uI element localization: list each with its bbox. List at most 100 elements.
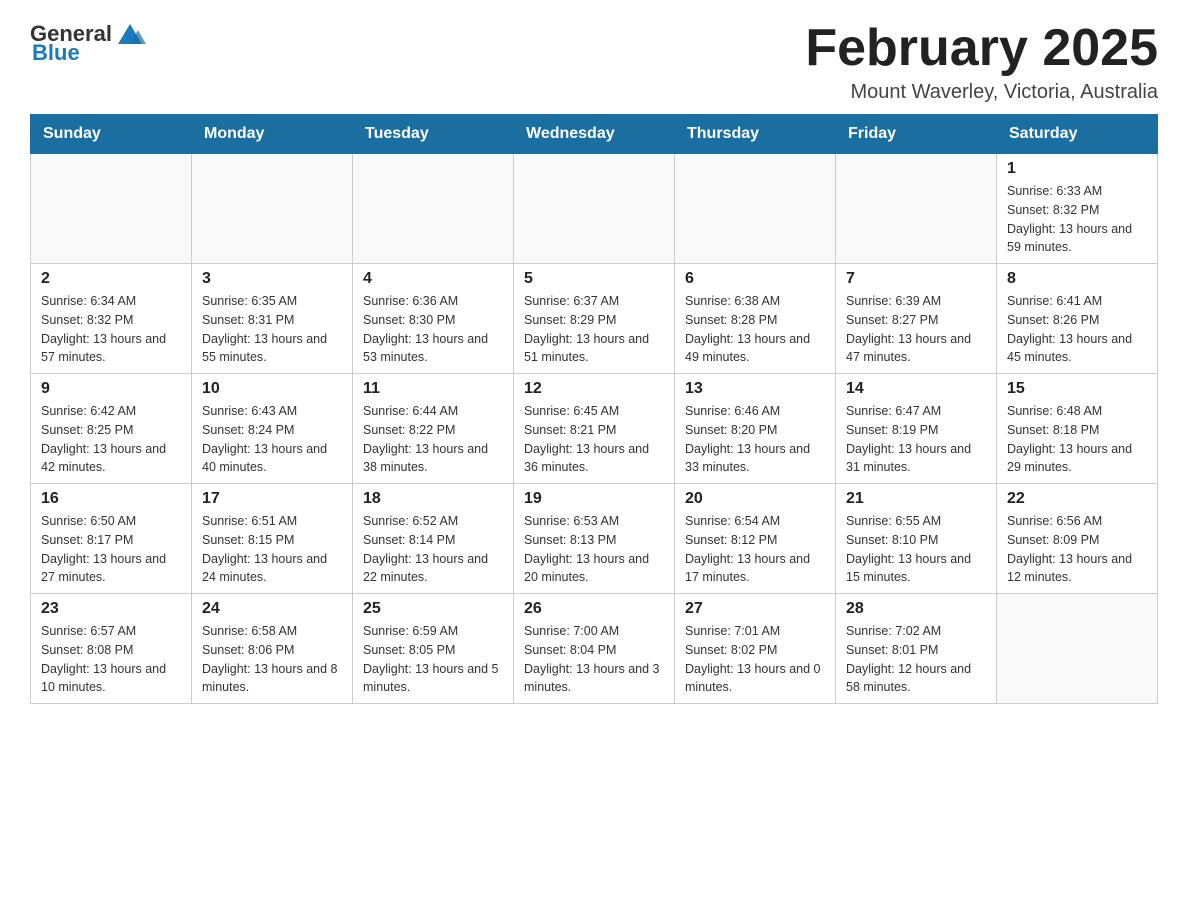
day-number: 13 [685,380,825,398]
calendar-cell-w1-d4 [514,154,675,264]
calendar-cell-w1-d7: 1Sunrise: 6:33 AM Sunset: 8:32 PM Daylig… [997,154,1158,264]
header-saturday: Saturday [997,115,1158,154]
day-info: Sunrise: 6:41 AM Sunset: 8:26 PM Dayligh… [1007,292,1147,367]
day-number: 6 [685,270,825,288]
logo-icon [114,16,146,48]
calendar-table: SundayMondayTuesdayWednesdayThursdayFrid… [30,114,1158,704]
day-number: 2 [41,270,181,288]
header-monday: Monday [192,115,353,154]
day-info: Sunrise: 6:59 AM Sunset: 8:05 PM Dayligh… [363,622,503,697]
day-info: Sunrise: 6:50 AM Sunset: 8:17 PM Dayligh… [41,512,181,587]
day-number: 10 [202,380,342,398]
calendar-cell-w2-d2: 3 Sunrise: 6:35 AM Sunset: 8:31 PM Daylig… [192,264,353,374]
day-info: Sunrise: 6:39 AM Sunset: 8:27 PM Dayligh… [846,292,986,367]
calendar-cell-w2-d3: 4Sunrise: 6:36 AM Sunset: 8:30 PM Daylig… [353,264,514,374]
calendar-cell-w5-d6: 28Sunrise: 7:02 AM Sunset: 8:01 PM Dayli… [836,594,997,704]
day-info: Sunrise: 6:34 AM Sunset: 8:32 PM Dayligh… [41,292,181,367]
calendar-cell-w2-d6: 7 Sunrise: 6:39 AM Sunset: 8:27 PM Daylig… [836,264,997,374]
week-row-2: 2 Sunrise: 6:34 AM Sunset: 8:32 PM Daylig… [31,264,1158,374]
day-info: Sunrise: 6:53 AM Sunset: 8:13 PM Dayligh… [524,512,664,587]
day-number: 19 [524,490,664,508]
header-friday: Friday [836,115,997,154]
header-tuesday: Tuesday [353,115,514,154]
day-number: 16 [41,490,181,508]
calendar-cell-w5-d7 [997,594,1158,704]
day-info: Sunrise: 6:38 AM Sunset: 8:28 PM Dayligh… [685,292,825,367]
day-info: Sunrise: 6:51 AM Sunset: 8:15 PM Dayligh… [202,512,342,587]
calendar-cell-w4-d3: 18 Sunrise: 6:52 AM Sunset: 8:14 PM Dayli… [353,484,514,594]
calendar-cell-w5-d5: 27 Sunrise: 7:01 AM Sunset: 8:02 PM Dayli… [675,594,836,704]
calendar-cell-w4-d6: 21Sunrise: 6:55 AM Sunset: 8:10 PM Dayli… [836,484,997,594]
day-number: 20 [685,490,825,508]
day-number: 17 [202,490,342,508]
day-info: Sunrise: 6:48 AM Sunset: 8:18 PM Dayligh… [1007,402,1147,477]
calendar-cell-w2-d4: 5Sunrise: 6:37 AM Sunset: 8:29 PM Daylig… [514,264,675,374]
day-info: Sunrise: 7:00 AM Sunset: 8:04 PM Dayligh… [524,622,664,697]
calendar-cell-w4-d4: 19 Sunrise: 6:53 AM Sunset: 8:13 PM Dayli… [514,484,675,594]
day-info: Sunrise: 6:56 AM Sunset: 8:09 PM Dayligh… [1007,512,1147,587]
day-info: Sunrise: 7:01 AM Sunset: 8:02 PM Dayligh… [685,622,825,697]
day-info: Sunrise: 6:45 AM Sunset: 8:21 PM Dayligh… [524,402,664,477]
day-number: 5 [524,270,664,288]
day-number: 11 [363,380,503,398]
week-row-1: 1Sunrise: 6:33 AM Sunset: 8:32 PM Daylig… [31,154,1158,264]
logo-text-blue: Blue [32,40,80,66]
day-number: 7 [846,270,986,288]
calendar-cell-w4-d7: 22 Sunrise: 6:56 AM Sunset: 8:09 PM Dayli… [997,484,1158,594]
day-number: 8 [1007,270,1147,288]
day-info: Sunrise: 6:33 AM Sunset: 8:32 PM Dayligh… [1007,182,1147,257]
day-number: 24 [202,600,342,618]
calendar-cell-w3-d2: 10 Sunrise: 6:43 AM Sunset: 8:24 PM Dayli… [192,374,353,484]
header-thursday: Thursday [675,115,836,154]
day-number: 27 [685,600,825,618]
calendar-cell-w1-d6 [836,154,997,264]
day-number: 22 [1007,490,1147,508]
day-info: Sunrise: 6:52 AM Sunset: 8:14 PM Dayligh… [363,512,503,587]
day-number: 28 [846,600,986,618]
calendar-cell-w1-d5 [675,154,836,264]
header-wednesday: Wednesday [514,115,675,154]
calendar-cell-w4-d1: 16 Sunrise: 6:50 AM Sunset: 8:17 PM Dayli… [31,484,192,594]
calendar-cell-w5-d1: 23 Sunrise: 6:57 AM Sunset: 8:08 PM Dayli… [31,594,192,704]
day-info: Sunrise: 6:47 AM Sunset: 8:19 PM Dayligh… [846,402,986,477]
week-row-4: 16 Sunrise: 6:50 AM Sunset: 8:17 PM Dayli… [31,484,1158,594]
calendar-cell-w3-d7: 15 Sunrise: 6:48 AM Sunset: 8:18 PM Dayli… [997,374,1158,484]
day-number: 14 [846,380,986,398]
calendar-cell-w3-d1: 9 Sunrise: 6:42 AM Sunset: 8:25 PM Daylig… [31,374,192,484]
calendar-cell-w1-d2 [192,154,353,264]
day-info: Sunrise: 6:35 AM Sunset: 8:31 PM Dayligh… [202,292,342,367]
calendar-cell-w4-d2: 17 Sunrise: 6:51 AM Sunset: 8:15 PM Dayli… [192,484,353,594]
month-title: February 2025 [805,20,1158,77]
calendar-cell-w3-d6: 14 Sunrise: 6:47 AM Sunset: 8:19 PM Dayli… [836,374,997,484]
calendar-cell-w2-d7: 8 Sunrise: 6:41 AM Sunset: 8:26 PM Daylig… [997,264,1158,374]
calendar-cell-w5-d3: 25 Sunrise: 6:59 AM Sunset: 8:05 PM Dayli… [353,594,514,704]
location-title: Mount Waverley, Victoria, Australia [805,81,1158,104]
calendar-cell-w5-d2: 24Sunrise: 6:58 AM Sunset: 8:06 PM Dayli… [192,594,353,704]
day-number: 3 [202,270,342,288]
day-info: Sunrise: 6:43 AM Sunset: 8:24 PM Dayligh… [202,402,342,477]
week-row-3: 9 Sunrise: 6:42 AM Sunset: 8:25 PM Daylig… [31,374,1158,484]
calendar-cell-w1-d3 [353,154,514,264]
day-number: 25 [363,600,503,618]
day-info: Sunrise: 6:42 AM Sunset: 8:25 PM Dayligh… [41,402,181,477]
days-header-row: SundayMondayTuesdayWednesdayThursdayFrid… [31,115,1158,154]
calendar-cell-w4-d5: 20 Sunrise: 6:54 AM Sunset: 8:12 PM Dayli… [675,484,836,594]
day-info: Sunrise: 6:57 AM Sunset: 8:08 PM Dayligh… [41,622,181,697]
day-number: 15 [1007,380,1147,398]
header-sunday: Sunday [31,115,192,154]
day-number: 26 [524,600,664,618]
page-header: General Blue February 2025 Mount Waverle… [30,20,1158,104]
logo: General Blue [30,20,146,66]
calendar-cell-w3-d4: 12 Sunrise: 6:45 AM Sunset: 8:21 PM Dayli… [514,374,675,484]
day-info: Sunrise: 6:44 AM Sunset: 8:22 PM Dayligh… [363,402,503,477]
day-number: 18 [363,490,503,508]
day-number: 9 [41,380,181,398]
day-info: Sunrise: 6:36 AM Sunset: 8:30 PM Dayligh… [363,292,503,367]
calendar-cell-w2-d1: 2 Sunrise: 6:34 AM Sunset: 8:32 PM Daylig… [31,264,192,374]
day-number: 23 [41,600,181,618]
day-info: Sunrise: 6:54 AM Sunset: 8:12 PM Dayligh… [685,512,825,587]
calendar-cell-w3-d5: 13Sunrise: 6:46 AM Sunset: 8:20 PM Dayli… [675,374,836,484]
title-section: February 2025 Mount Waverley, Victoria, … [805,20,1158,104]
calendar-cell-w1-d1 [31,154,192,264]
day-number: 12 [524,380,664,398]
